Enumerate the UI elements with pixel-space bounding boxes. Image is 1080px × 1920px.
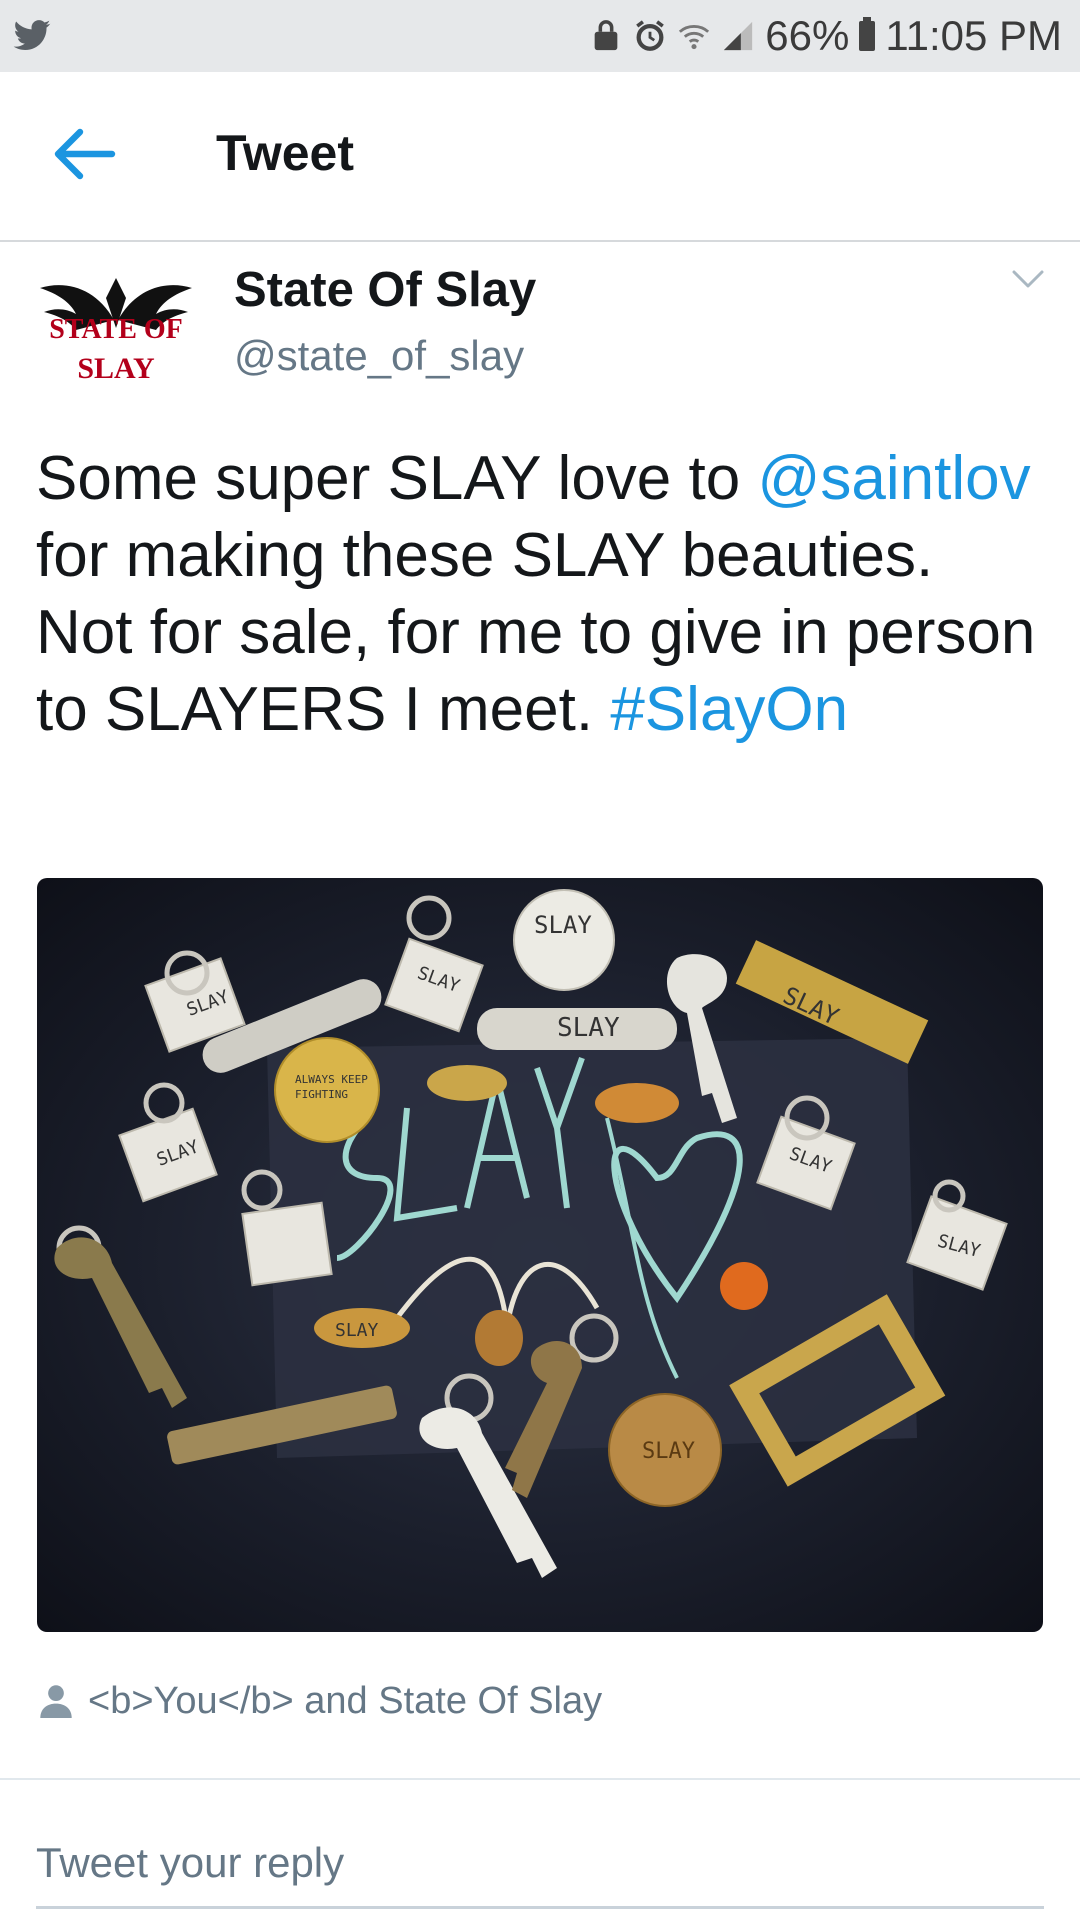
svg-text:FIGHTING: FIGHTING: [295, 1088, 348, 1101]
avatar[interactable]: STATE OF SLAY: [36, 258, 196, 394]
status-icons: 66% 11:05 PM: [589, 10, 1062, 62]
back-arrow-icon[interactable]: [52, 126, 116, 182]
battery-icon: [859, 17, 876, 51]
svg-text:SLAY: SLAY: [642, 1439, 695, 1464]
photo-illustration: SLAY SLAY SLAY SLAY ALWAYS KEEP FIGHTING…: [54, 889, 1008, 1578]
divider: [0, 1778, 1080, 1780]
avatar-lettering: STATE OF: [49, 314, 183, 345]
mention-link[interactable]: @saintlov: [757, 444, 1030, 513]
likes-summary[interactable]: <b>You</b> and State Of Slay: [40, 1676, 602, 1726]
svg-text:SLAY: SLAY: [77, 352, 155, 385]
hashtag-link[interactable]: #SlayOn: [610, 675, 848, 744]
battery-percent: 66%: [765, 12, 850, 59]
app-header: Tweet: [0, 72, 1080, 242]
svg-text:SLAY: SLAY: [557, 1013, 620, 1043]
twitter-bird-icon: [13, 20, 51, 50]
tweet-text-part: Some super SLAY love to: [36, 444, 758, 513]
tweet-text: Some super SLAY love to @saintlov for ma…: [36, 440, 1046, 748]
likes-text: <b>You</b> and State Of Slay: [88, 1679, 603, 1722]
alarm-icon: [636, 20, 665, 51]
svg-text:SLAY: SLAY: [534, 911, 592, 939]
author-name[interactable]: State Of Slay: [234, 262, 536, 318]
page-title: Tweet: [216, 125, 354, 181]
person-icon: [40, 1685, 72, 1718]
svg-text:ALWAYS KEEP: ALWAYS KEEP: [295, 1073, 368, 1086]
tweet-text-part: for making these SLAY beauties. Not for …: [36, 521, 1036, 744]
author-handle[interactable]: @state_of_slay: [234, 332, 524, 380]
reply-input[interactable]: [36, 1820, 1044, 1909]
wifi-icon: [679, 25, 710, 50]
lock-icon: [594, 20, 618, 51]
svg-text:SLAY: SLAY: [335, 1320, 379, 1341]
status-bar: 66% 11:05 PM: [0, 0, 1080, 72]
chevron-down-icon[interactable]: [1010, 268, 1046, 292]
signal-icon: [724, 21, 753, 51]
tweet-photo[interactable]: SLAY SLAY SLAY SLAY ALWAYS KEEP FIGHTING…: [37, 878, 1043, 1632]
clock: 11:05 PM: [885, 12, 1062, 59]
